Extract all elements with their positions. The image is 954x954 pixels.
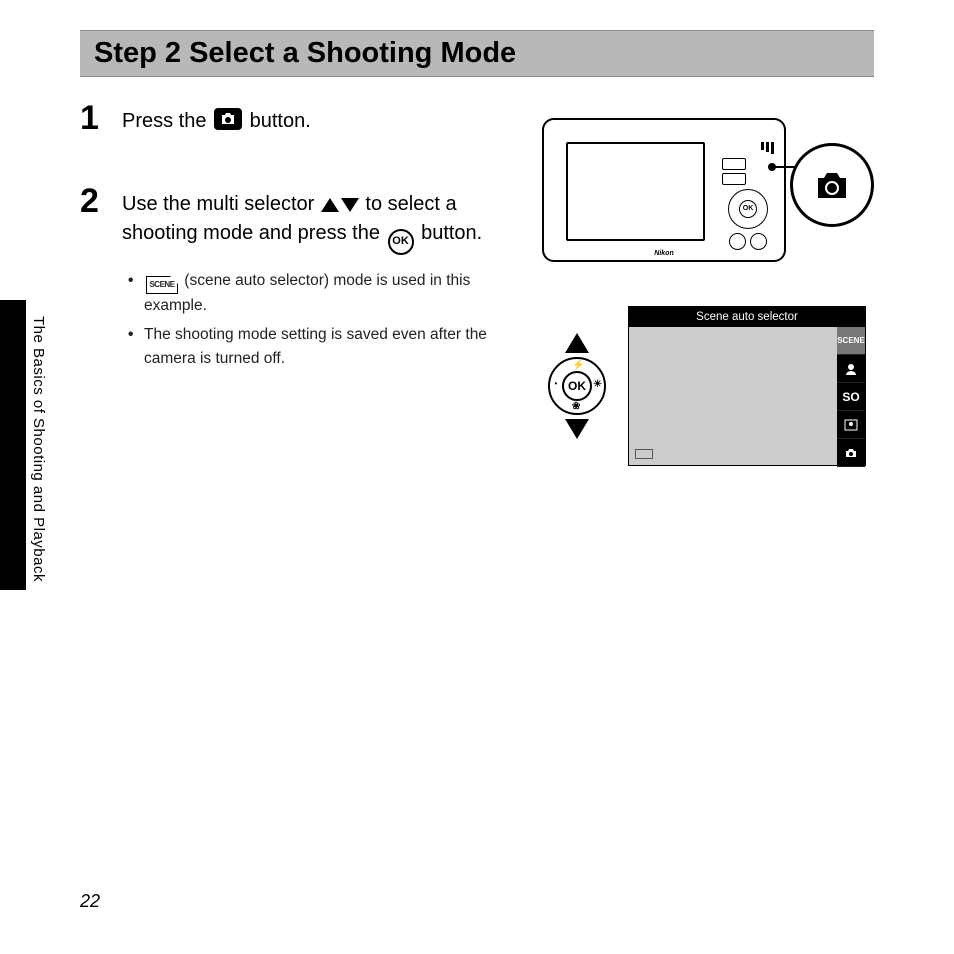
step2-text-a: Use the multi selector — [122, 193, 320, 215]
step-heading: Step 2 Select a Shooting Mode — [94, 37, 860, 70]
selector-up-icon — [565, 333, 589, 353]
menu-item: SO — [837, 383, 865, 411]
figure-selector-screen: ⚡ ◔ ☀ ❀ OK Scene auto selector SCENE SO — [542, 306, 874, 476]
menu-item — [837, 439, 865, 467]
menu-item — [837, 411, 865, 439]
bullet-item: SCENE (scene auto selector) mode is used… — [122, 269, 512, 317]
step2-bullets: SCENE (scene auto selector) mode is used… — [122, 269, 512, 370]
selector-down-icon — [565, 419, 589, 439]
portrait-icon — [844, 362, 858, 376]
down-arrow-icon — [341, 198, 359, 212]
menu-item — [837, 355, 865, 383]
scene-mode-icon: SCENE — [146, 276, 178, 294]
step-number: 2 — [80, 184, 122, 218]
step2-text-c: button. — [416, 222, 483, 244]
bullet-item: The shooting mode setting is saved even … — [122, 323, 512, 370]
sidebar-section-label: The Basics of Shooting and Playback — [30, 316, 47, 582]
step1-text-before: Press the — [122, 110, 212, 132]
exposure-icon: ☀ — [593, 379, 602, 390]
smart-portrait-icon — [844, 419, 858, 431]
battery-icon — [635, 449, 653, 459]
camera-mode-icon — [214, 108, 242, 130]
page-number: 22 — [80, 891, 100, 912]
ok-button-icon: OK — [388, 229, 414, 255]
step1-text-after: button. — [244, 110, 311, 132]
multi-selector-icon: ⚡ ◔ ☀ ❀ OK — [542, 306, 612, 466]
sidebar-tab — [0, 300, 26, 590]
macro-icon: ❀ — [572, 401, 580, 412]
selector-ring-icon: ⚡ ◔ ☀ ❀ OK — [548, 357, 606, 415]
step-heading-bar: Step 2 Select a Shooting Mode — [80, 30, 874, 77]
up-arrow-icon — [321, 198, 339, 212]
timer-icon: ◔ — [552, 379, 558, 390]
step-number: 1 — [80, 101, 122, 135]
camera-menu-screen: Scene auto selector SCENE SO — [628, 306, 866, 466]
bullet2-text: The shooting mode setting is saved even … — [144, 326, 487, 366]
flash-icon: ⚡ — [572, 360, 584, 371]
auto-mode-icon — [844, 447, 858, 459]
selector-ok-icon: OK — [562, 371, 592, 401]
menu-mode-list: SCENE SO — [837, 327, 865, 467]
bullet1-text: (scene auto selector) mode is used in th… — [144, 272, 470, 314]
menu-title: Scene auto selector — [629, 307, 865, 327]
step2-text: Use the multi selector to select a shoot… — [122, 190, 512, 255]
menu-item-scene: SCENE — [837, 327, 865, 355]
